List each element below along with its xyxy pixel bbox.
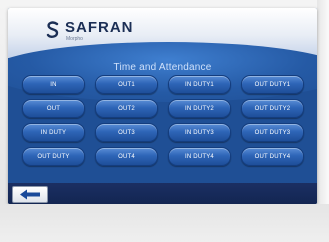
in-duty-button[interactable]: IN DUTY — [22, 123, 85, 142]
footer-bar — [8, 183, 317, 204]
out4-button[interactable]: OUT4 — [95, 147, 158, 166]
out-duty-button[interactable]: OUT DUTY — [22, 147, 85, 166]
out1-button[interactable]: OUT1 — [95, 75, 158, 94]
brand-name: SAFRAN — [65, 19, 134, 36]
out2-button[interactable]: OUT2 — [95, 99, 158, 118]
out-duty1-button[interactable]: OUT DUTY1 — [241, 75, 304, 94]
in-duty1-button[interactable]: IN DUTY1 — [168, 75, 231, 94]
in-button[interactable]: IN — [22, 75, 85, 94]
out-duty3-button[interactable]: OUT DUTY3 — [241, 123, 304, 142]
screen-title: Time and Attendance — [113, 62, 212, 73]
out-duty2-button[interactable]: OUT DUTY2 — [241, 99, 304, 118]
safran-logo-icon — [46, 21, 59, 38]
back-arrow-icon — [20, 189, 40, 200]
terminal-screen: SAFRAN Morpho Time and Attendance IN OUT… — [8, 8, 317, 204]
attendance-button-grid: IN OUT1 IN DUTY1 OUT DUTY1 OUT OUT2 IN D… — [22, 75, 304, 166]
in-duty4-button[interactable]: IN DUTY4 — [168, 147, 231, 166]
in-duty3-button[interactable]: IN DUTY3 — [168, 123, 231, 142]
out-button[interactable]: OUT — [22, 99, 85, 118]
out3-button[interactable]: OUT3 — [95, 123, 158, 142]
device-lower-panel — [0, 204, 329, 242]
terminal-device: SAFRAN Morpho Time and Attendance IN OUT… — [0, 0, 329, 242]
back-button[interactable] — [12, 186, 48, 203]
out-duty4-button[interactable]: OUT DUTY4 — [241, 147, 304, 166]
in-duty2-button[interactable]: IN DUTY2 — [168, 99, 231, 118]
